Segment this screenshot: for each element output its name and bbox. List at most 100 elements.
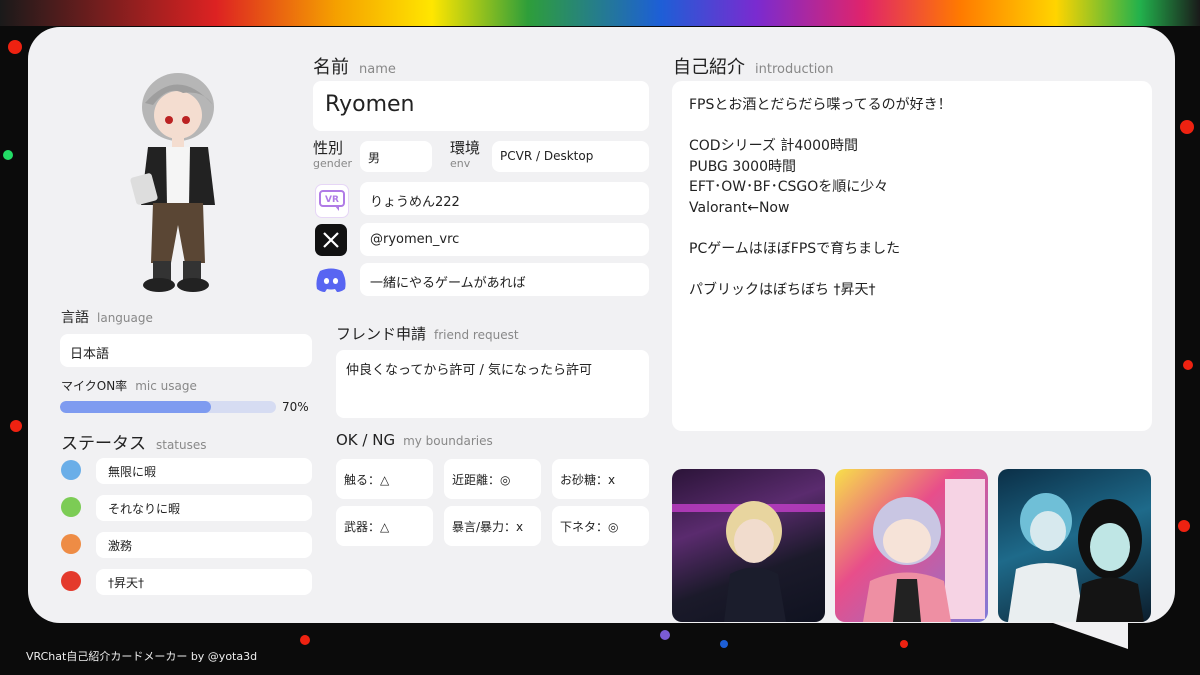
intro-line xyxy=(689,116,1135,137)
language-field: 日本語 xyxy=(60,334,312,367)
splash-dot xyxy=(300,635,310,645)
intro-line: PUBG 3000時間 xyxy=(689,158,796,175)
intro-line: パブリックはぼちぼち †昇天† xyxy=(689,281,876,298)
friend-request-label-en: friend request xyxy=(434,328,519,342)
boundaries-label-ja: OK / NG xyxy=(336,431,396,449)
intro-line: PCゲームはほぼFPSで育ちました xyxy=(689,240,901,257)
boundary-item: 武器：△ xyxy=(336,506,433,546)
status-text: 無限に暇 xyxy=(108,465,157,479)
discord-value: 一緒にやるゲームがあれば xyxy=(370,276,526,291)
avatar-illustration xyxy=(130,73,215,292)
splash-dot xyxy=(900,640,908,648)
intro-line: FPSとお酒とだらだら喋ってるのが好き！ xyxy=(689,97,952,113)
status-item: 無限に暇 xyxy=(96,458,312,484)
language-label-ja: 言語 xyxy=(61,310,89,326)
boundaries-label-en: my boundaries xyxy=(403,434,493,448)
mic-bar-track xyxy=(60,401,276,413)
statuses-label-ja: ステータス xyxy=(61,434,146,454)
statuses-header: ステータス statuses xyxy=(61,429,207,454)
language-value: 日本語 xyxy=(70,347,110,362)
boundary-text: 近距離：◎ xyxy=(452,473,511,487)
paint-splash-top xyxy=(0,0,1200,26)
splash-dot xyxy=(1183,360,1193,370)
name-label-ja: 名前 xyxy=(313,57,349,78)
name-header: 名前 name xyxy=(313,53,396,79)
boundary-text: 下ネタ：◎ xyxy=(560,520,619,534)
friend-request-value: 仲良くなってから許可 / 気になったら許可 xyxy=(346,363,592,378)
footer-credit: VRChat自己紹介カードメーカー by @yota3d xyxy=(26,650,258,663)
gender-label-en: gender xyxy=(313,157,352,170)
intro-line: CODシリーズ 計4000時間 xyxy=(689,138,858,154)
vrchat-id-field: りょうめん222 xyxy=(360,182,649,215)
intro-line: Valorant←Now xyxy=(689,199,790,216)
svg-text:VR: VR xyxy=(325,195,339,205)
boundary-item: 下ネタ：◎ xyxy=(552,506,649,546)
env-value: PCVR / Desktop xyxy=(500,149,594,163)
vrchat-id-value: りょうめん222 xyxy=(370,195,460,210)
gender-label: 性別 gender xyxy=(313,141,352,171)
env-label-en: env xyxy=(450,157,471,170)
friend-request-label-ja: フレンド申請 xyxy=(336,325,427,343)
boundary-text: 暴言/暴力：ⅹ xyxy=(452,520,524,534)
status-text: 激務 xyxy=(108,539,133,553)
name-value: Ryomen xyxy=(325,92,415,117)
x-account-field: @ryomen_vrc xyxy=(360,223,649,256)
friend-request-label: フレンド申請 friend request xyxy=(336,323,519,344)
boundary-text: お砂糖：ⅹ xyxy=(560,473,616,487)
splash-dot xyxy=(3,150,13,160)
photo-2 xyxy=(835,469,988,622)
status-item: それなりに暇 xyxy=(96,495,312,521)
status-item: 激務 xyxy=(96,532,312,558)
mic-bar-fill xyxy=(60,401,212,413)
language-label: 言語 language xyxy=(61,307,153,327)
boundary-item: 近距離：◎ xyxy=(444,459,541,499)
splash-dot xyxy=(10,420,22,432)
intro-line xyxy=(689,259,1135,280)
x-icon xyxy=(315,224,347,256)
boundary-item: お砂糖：ⅹ xyxy=(552,459,649,499)
boundary-item: 触る：△ xyxy=(336,459,433,499)
gender-field: 男 xyxy=(360,141,432,172)
status-item: †昇天† xyxy=(96,569,312,595)
name-label-en: name xyxy=(359,62,396,77)
intro-line xyxy=(689,218,1135,239)
language-label-en: language xyxy=(97,311,153,325)
mic-percent: 70% xyxy=(282,400,309,414)
vrchat-icon: VR xyxy=(315,184,349,218)
boundary-text: 武器：△ xyxy=(344,520,390,534)
status-color-dot xyxy=(61,460,81,480)
statuses-label-en: statuses xyxy=(156,438,207,452)
discord-icon xyxy=(315,264,347,296)
mic-label: マイクON率 mic usage xyxy=(61,377,197,394)
splash-dot xyxy=(8,40,22,54)
status-color-dot xyxy=(61,571,81,591)
boundaries-label: OK / NG my boundaries xyxy=(336,431,493,449)
discord-field: 一緒にやるゲームがあれば xyxy=(360,263,649,296)
status-text: それなりに暇 xyxy=(108,502,181,516)
gender-label-ja: 性別 xyxy=(313,139,344,157)
photo-3 xyxy=(998,469,1151,622)
intro-label-ja: 自己紹介 xyxy=(673,57,745,78)
mic-label-en: mic usage xyxy=(135,379,197,393)
photo-1 xyxy=(672,469,825,622)
name-field: Ryomen xyxy=(313,81,649,131)
status-color-dot xyxy=(61,534,81,554)
intro-text-box: FPSとお酒とだらだら喋ってるのが好き！ CODシリーズ 計4000時間 PUBG … xyxy=(672,81,1152,431)
intro-label-en: introduction xyxy=(755,62,834,77)
mic-label-ja: マイクON率 xyxy=(61,379,128,393)
env-label: 環境 env xyxy=(450,141,480,171)
boundary-text: 触る：△ xyxy=(344,473,390,487)
gender-value: 男 xyxy=(368,151,381,165)
env-label-ja: 環境 xyxy=(450,139,481,157)
splash-dot xyxy=(1180,120,1194,134)
status-text: †昇天† xyxy=(108,576,145,590)
x-account-value: @ryomen_vrc xyxy=(370,232,460,247)
friend-request-field: 仲良くなってから許可 / 気になったら許可 xyxy=(336,350,649,418)
profile-card: 言語 language 日本語 マイクON率 mic usage 70% ステータス… xyxy=(28,27,1175,623)
splash-dot xyxy=(720,640,728,648)
splash-dot xyxy=(1178,520,1190,532)
intro-line: EFT･OW･BF･CSGOを順に少々 xyxy=(689,179,889,195)
splash-dot xyxy=(660,630,670,640)
boundary-item: 暴言/暴力：ⅹ xyxy=(444,506,541,546)
status-color-dot xyxy=(61,497,81,517)
